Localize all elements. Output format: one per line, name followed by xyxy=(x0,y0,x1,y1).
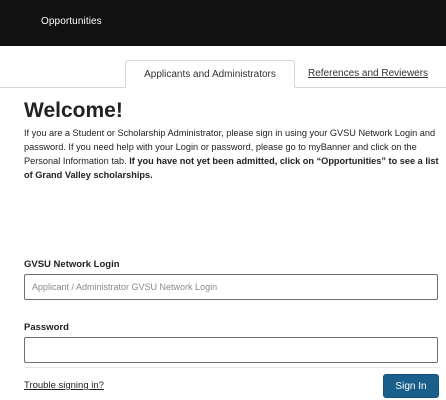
footer-divider xyxy=(24,367,440,368)
password-input[interactable] xyxy=(24,337,438,363)
login-label: GVSU Network Login xyxy=(24,259,120,270)
opportunities-link[interactable]: Opportunities xyxy=(41,16,102,27)
trouble-signing-in-link[interactable]: Trouble signing in? xyxy=(24,380,104,391)
password-label: Password xyxy=(24,322,69,333)
page-title: Welcome! xyxy=(24,99,123,122)
sign-in-button[interactable]: Sign In xyxy=(383,374,439,398)
top-navigation-bar: Opportunities xyxy=(0,0,446,46)
login-tabs: Applicants and Administrators References… xyxy=(0,60,446,88)
tab-references-reviewers[interactable]: References and Reviewers xyxy=(305,60,446,87)
intro-paragraph: If you are a Student or Scholarship Admi… xyxy=(24,126,442,182)
network-login-input[interactable] xyxy=(24,274,438,300)
tab-applicants-administrators[interactable]: Applicants and Administrators xyxy=(125,60,295,88)
